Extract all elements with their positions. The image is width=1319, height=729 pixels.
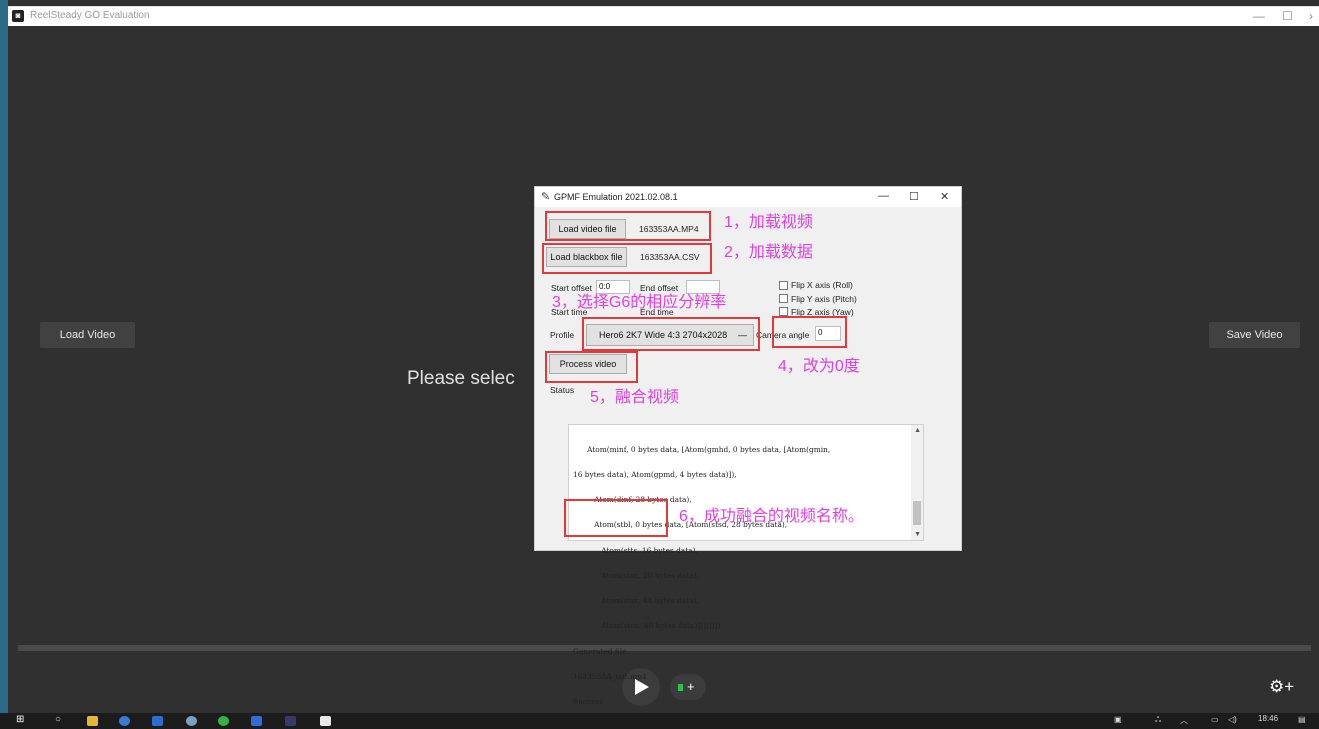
- dialog-maximize-icon[interactable]: ☐: [909, 190, 919, 203]
- tray-chevron-icon[interactable]: ︿: [1180, 715, 1188, 726]
- taskbar: ⊞ ○ ▣ ஃ ︿ ▭ ◁) 18:46 ▤: [0, 713, 1319, 729]
- flip-x-checkbox[interactable]: [779, 281, 788, 290]
- profile-label: Profile: [550, 330, 575, 340]
- app-k-icon[interactable]: [152, 716, 163, 726]
- save-video-button[interactable]: Save Video: [1209, 322, 1300, 348]
- log-lines: Atom(minf, 0 bytes data, [Atom(gmhd, 0 b…: [573, 429, 911, 723]
- log-line: Atom(minf, 0 bytes data, [Atom(gmhd, 0 b…: [573, 444, 831, 454]
- action-center-icon[interactable]: ▤: [1298, 715, 1306, 724]
- volume-icon[interactable]: ◁): [1228, 715, 1237, 724]
- settings-button[interactable]: ⚙+: [1269, 677, 1294, 697]
- log-line: Atom(stsz, 44 bytes data),: [573, 596, 699, 606]
- scroll-up-icon[interactable]: ▲: [914, 427, 921, 434]
- dialog-minimize-icon[interactable]: —: [878, 190, 889, 202]
- annotation-box-output: [564, 499, 668, 537]
- log-line: 163353AA_out.mp4: [573, 671, 647, 681]
- dialog-titlebar: ✎ GPMF Emulation 2021.02.08.1 — ☐ ✕: [535, 187, 961, 207]
- wechat-icon[interactable]: [218, 716, 229, 726]
- dialog-title: GPMF Emulation 2021.02.08.1: [554, 192, 678, 202]
- app-titlebar: ◙ ReelSteady GO Evaluation — ☐ ›: [8, 6, 1319, 26]
- scroll-down-icon[interactable]: ▼: [914, 531, 921, 538]
- annotation-step4: 4，改为0度: [778, 358, 860, 375]
- annotation-step6: 6，成功融合的视频名称。: [679, 508, 864, 525]
- annotation-box-video: [545, 211, 711, 241]
- feather-icon: ✎: [541, 191, 551, 203]
- reelsteady-taskbar-icon[interactable]: [320, 716, 331, 726]
- log-line: Atom(stco, 40 bytes data)])])])]): [573, 621, 721, 631]
- app-globe-icon[interactable]: [186, 716, 197, 726]
- annotation-box-blackbox: [542, 243, 712, 274]
- please-select-text: Please selec: [407, 368, 515, 389]
- gear-icon: ⚙: [1269, 677, 1285, 696]
- log-line: Atom(stts, 16 bytes data),: [573, 545, 698, 555]
- flip-y-checkbox[interactable]: [779, 294, 788, 303]
- network-icon[interactable]: ▭: [1211, 715, 1219, 724]
- search-icon[interactable]: ○: [55, 714, 61, 725]
- app-pen-icon[interactable]: [285, 716, 296, 726]
- flip-x-label: Flip X axis (Roll): [791, 280, 853, 290]
- clock[interactable]: 18:46: [1258, 714, 1278, 723]
- file-explorer-icon[interactable]: [87, 716, 98, 726]
- flip-z-checkbox[interactable]: [779, 307, 788, 316]
- flip-y-label: Flip Y axis (Pitch): [791, 294, 857, 304]
- app-title: ReelSteady GO Evaluation: [30, 10, 150, 21]
- annotation-step5: 5，融合视频: [590, 389, 679, 406]
- status-label: Status: [550, 385, 575, 395]
- scroll-thumb[interactable]: [913, 501, 921, 525]
- browser-icon[interactable]: [119, 716, 130, 726]
- annotation-box-process: [545, 351, 638, 383]
- load-video-button[interactable]: Load Video: [40, 322, 135, 348]
- app-logo-icon: ◙: [12, 10, 24, 22]
- annotation-box-angle: [772, 316, 847, 348]
- desktop-edge: [0, 0, 8, 713]
- log-line: Atom(stsc, 20 bytes data),: [573, 570, 699, 580]
- log-scrollbar[interactable]: ▲ ▼: [911, 425, 923, 540]
- close-icon[interactable]: ›: [1309, 9, 1313, 23]
- app-blue-icon[interactable]: [251, 716, 262, 726]
- windows-start-icon[interactable]: ⊞: [16, 714, 24, 725]
- minimize-icon[interactable]: —: [1253, 9, 1265, 23]
- log-line: 16 bytes data), Atom(gpmd, 4 bytes data)…: [573, 470, 737, 480]
- maximize-icon[interactable]: ☐: [1282, 9, 1293, 23]
- notifications-icon[interactable]: ▣: [1114, 715, 1122, 724]
- annotation-step1: 1，加载视频: [724, 214, 813, 231]
- annotation-box-profile: [582, 317, 760, 351]
- annotation-step3: 3，选择G6的相应分辨率: [552, 294, 727, 311]
- log-line: Success: [573, 697, 604, 706]
- annotation-step2: 2，加载数据: [724, 244, 813, 261]
- log-line: Generated file: [573, 646, 627, 656]
- dialog-close-icon[interactable]: ✕: [940, 190, 949, 203]
- people-icon[interactable]: ஃ: [1155, 715, 1161, 725]
